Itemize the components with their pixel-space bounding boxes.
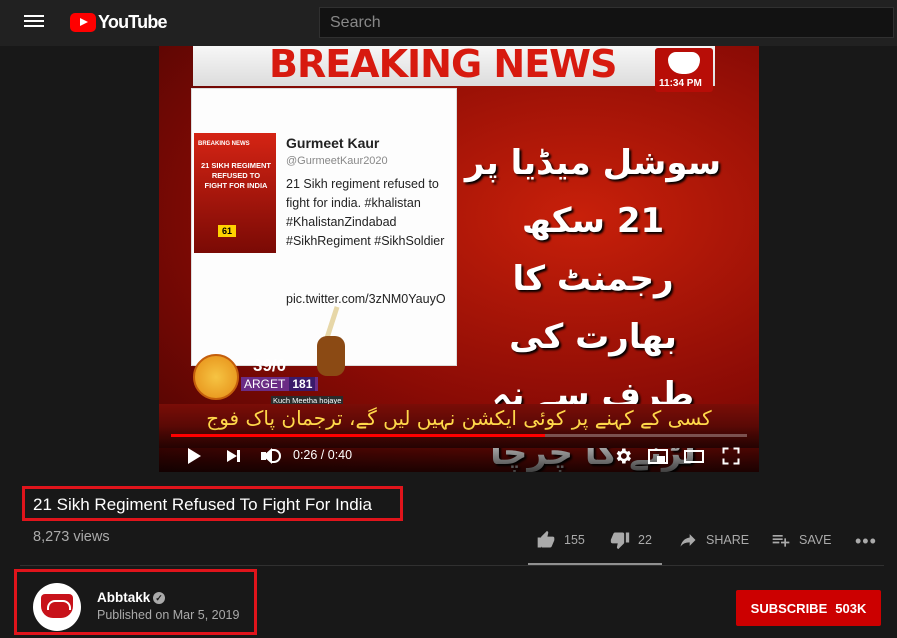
share-label: SHARE [706,533,750,547]
dislike-count: 22 [638,533,652,547]
abbtakk-logo-icon [668,52,700,74]
score-target-label: ARGET [244,377,286,391]
subscribe-button[interactable]: SUBSCRIBE 503K [736,590,881,626]
tweet-link: pic.twitter.com/3zNM0YauyO [286,292,446,306]
tweet-author-handle: @GurmeetKaur2020 [286,155,388,167]
progress-bar[interactable] [171,434,747,437]
video-frame: BREAKING NEWS 11:34 PM BREAKING NEWS 21 … [159,46,759,472]
playlist-add-icon [772,535,790,547]
like-count: 155 [564,533,585,547]
score-target: ARGET 181 [241,377,319,391]
breaking-news-banner: BREAKING NEWS [193,46,715,86]
score-runs: 39/0 [253,356,287,375]
theater-mode-icon[interactable] [683,446,705,466]
video-title: 21 Sikh Regiment Refused To Fight For In… [33,495,372,514]
gear-icon[interactable] [613,446,633,466]
more-actions-icon[interactable]: ••• [855,531,877,551]
thumb-top-text: BREAKING NEWS [198,141,250,147]
share-arrow-icon [680,534,696,547]
tweet-author-name: Gurmeet Kaur [286,135,380,151]
time-display: 0:26 / 0:40 [293,448,353,462]
channel-avatar[interactable] [33,583,81,631]
miniplayer-icon[interactable] [647,446,669,466]
top-bar: YouTube [0,0,897,46]
dislike-button[interactable]: 22 [610,530,652,550]
divider [20,565,884,566]
share-button[interactable]: SHARE [678,530,749,550]
subscribe-label: SUBSCRIBE [750,600,828,616]
bug-time: 11:34 PM [659,78,702,89]
tweet-body: 21 Sikh regiment refused to fight for in… [286,177,445,248]
player-controls: 0:26 / 0:40 [159,426,759,472]
next-button[interactable] [225,446,243,466]
fullscreen-icon[interactable] [721,446,741,466]
like-button[interactable]: 155 [536,530,585,550]
youtube-play-icon [70,12,96,32]
subscriber-count: 503K [835,600,867,616]
save-label: SAVE [799,533,832,547]
breaking-news-text: BREAKING NEWS [269,46,617,86]
thumb-score: 61 [218,225,237,237]
abbtakk-avatar-logo-icon [41,594,73,618]
tweet-thumbnail: BREAKING NEWS 21 SIKH REGIMENT REFUSED T… [194,133,276,253]
mascot-figure [311,306,351,398]
progress-fill [171,434,546,437]
cricket-score-widget: 39/0 ARGET 181 Kuch Meetha hojaye [193,346,344,405]
save-button[interactable]: SAVE [771,530,831,550]
youtube-logo[interactable]: YouTube [70,10,168,34]
thumbs-up-icon [537,530,555,548]
check-circle-icon: ✓ [153,592,165,604]
video-player[interactable]: BREAKING NEWS 11:34 PM BREAKING NEWS 21 … [159,46,759,472]
view-count: 8,273 views [33,529,110,545]
channel-name[interactable]: Abbtakk [97,590,150,605]
volume-icon[interactable] [259,446,281,466]
team-logo-icon [193,354,239,400]
hamburger-menu-icon[interactable] [22,12,46,34]
thumb-headline: 21 SIKH REGIMENT REFUSED TO FIGHT FOR IN… [200,161,271,190]
play-button[interactable] [185,446,203,466]
search-input[interactable] [319,7,894,38]
thumbs-down-icon [610,532,630,550]
publish-date: Published on Mar 5, 2019 [97,608,240,622]
channel-bug-logo: 11:34 PM [655,48,713,92]
logo-text: YouTube [98,11,168,32]
